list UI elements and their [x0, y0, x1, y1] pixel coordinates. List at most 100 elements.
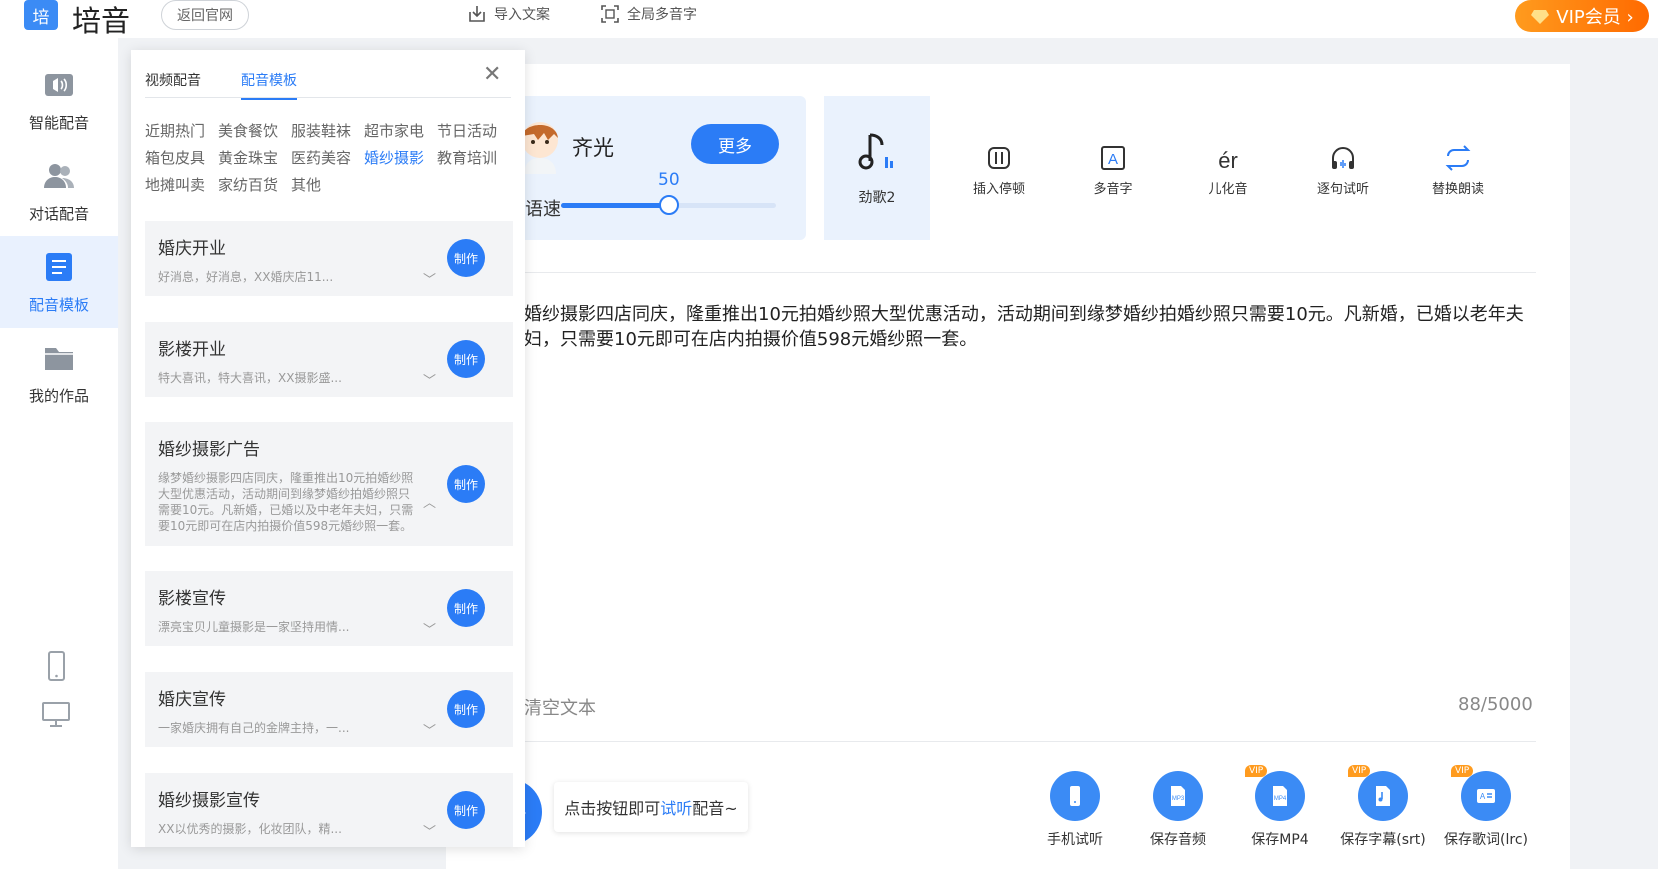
action-label: 保存音频: [1150, 832, 1206, 848]
chevron-down-icon[interactable]: ﹀: [423, 269, 436, 288]
lyrics-file-icon: A: [1477, 789, 1495, 803]
back-to-site-button[interactable]: 返回官网: [161, 0, 249, 30]
clear-text-button[interactable]: 清空文本: [524, 694, 596, 720]
panel-tabs: 视频配音 配音模板: [145, 66, 511, 100]
svg-text:MP4: MP4: [1274, 796, 1287, 802]
toolbar-divider: [524, 272, 1536, 273]
chevron-down-icon[interactable]: ﹀: [423, 821, 436, 840]
save-audio-button[interactable]: MP3 保存音频: [1130, 771, 1226, 849]
tool-label: 多音字: [1093, 182, 1133, 197]
polyphone-icon: A: [1101, 146, 1125, 170]
headphones-icon: [1332, 147, 1354, 169]
polyphone-label: 全局多音字: [627, 7, 697, 23]
template-card[interactable]: 婚庆宣传 一家婚庆拥有自己的金牌主持，一... ﹀ 制作: [145, 672, 513, 747]
category-item[interactable]: 近期热门: [145, 120, 205, 141]
phone-icon[interactable]: [40, 650, 72, 682]
more-voices-button[interactable]: 更多: [691, 124, 779, 164]
speed-slider-fill: [561, 203, 669, 208]
nav-dubbing-templates[interactable]: 配音模板: [0, 236, 118, 328]
insert-pause-tool[interactable]: 插入停顿: [959, 144, 1039, 197]
category-item[interactable]: 家纺百货: [218, 174, 278, 195]
category-item[interactable]: 黄金珠宝: [218, 147, 278, 168]
chevron-down-icon[interactable]: ﹀: [423, 720, 436, 739]
preview-hint: 点击按钮即可 试听 配音~: [554, 782, 748, 832]
close-icon[interactable]: ✕: [483, 64, 501, 86]
nav-label: 配音模板: [28, 295, 89, 314]
sentence-preview-tool[interactable]: 逐句试听: [1303, 144, 1383, 197]
voice-name: 齐光: [572, 136, 614, 160]
nav-dialogue-dubbing[interactable]: 对话配音: [0, 145, 118, 237]
hint-preview-link[interactable]: 试听: [660, 795, 692, 819]
background-music-selector[interactable]: 劲歌2: [824, 96, 930, 240]
make-button[interactable]: 制作: [447, 791, 485, 829]
make-button[interactable]: 制作: [447, 690, 485, 728]
make-button[interactable]: 制作: [447, 589, 485, 627]
action-label: 保存字幕(srt): [1340, 832, 1426, 848]
polyphone-tool[interactable]: A 多音字: [1073, 144, 1153, 197]
category-item[interactable]: 其他: [291, 174, 321, 195]
category-item[interactable]: 节日活动: [437, 120, 497, 141]
tab-dubbing-templates[interactable]: 配音模板: [241, 70, 297, 100]
action-label: 保存MP4: [1251, 832, 1309, 848]
save-mp4-button[interactable]: VIP MP4 保存MP4: [1232, 765, 1328, 849]
save-subtitle-button[interactable]: VIP 保存字幕(srt): [1335, 765, 1431, 849]
speed-label: 语速: [525, 199, 561, 220]
template-panel: 视频配音 配音模板 ✕ 近期热门 美食餐饮 服装鞋袜 超市家电 节日活动 箱包皮…: [131, 50, 525, 847]
category-item[interactable]: 地摊叫卖: [145, 174, 205, 195]
nav-label: 我的作品: [28, 386, 89, 405]
make-button[interactable]: 制作: [447, 239, 485, 277]
template-card[interactable]: 影楼开业 特大喜讯，特大喜讯，XX摄影盛... ﹀ 制作: [145, 322, 513, 397]
template-card-expanded[interactable]: 婚纱摄影广告 缘梦婚纱摄影四店同庆，隆重推出10元拍婚纱照大型优惠活动，活动期间…: [145, 422, 513, 546]
speed-value: 50: [658, 170, 680, 190]
category-item-active[interactable]: 婚纱摄影: [364, 147, 424, 168]
phone-preview-button[interactable]: 手机试听: [1027, 771, 1123, 849]
template-card[interactable]: 影楼宣传 漂亮宝贝儿童摄影是一家坚持用情... ﹀ 制作: [145, 571, 513, 646]
category-item[interactable]: 美食餐饮: [218, 120, 278, 141]
phone-icon: [1070, 786, 1080, 806]
import-script-button[interactable]: 导入文案: [467, 4, 550, 24]
erhua-tool[interactable]: ér 儿化音: [1188, 144, 1268, 197]
chevron-up-icon[interactable]: ︿: [423, 492, 436, 511]
svg-text:A: A: [1108, 151, 1118, 168]
script-text-editor[interactable]: 婚纱摄影四店同庆，隆重推出10元拍婚纱照大型优惠活动，活动期间到缘梦婚纱拍婚纱照…: [524, 302, 1544, 352]
template-desc: 漂亮宝贝儿童摄影是一家坚持用情...: [158, 620, 350, 634]
diamond-icon: [1531, 10, 1550, 24]
monitor-icon[interactable]: [40, 698, 72, 730]
template-desc: 特大喜讯，特大喜讯，XX摄影盛...: [158, 371, 342, 385]
save-subtitle-circle: VIP: [1348, 765, 1408, 821]
category-item[interactable]: 教育培训: [437, 147, 497, 168]
vip-label: VIP会员 ›: [1556, 7, 1634, 28]
category-item[interactable]: 服装鞋袜: [291, 120, 351, 141]
replace-reading-tool[interactable]: 替换朗读: [1418, 144, 1498, 197]
replace-icon: [1445, 145, 1471, 171]
vip-member-button[interactable]: VIP会员 ›: [1515, 0, 1649, 32]
template-title: 影楼开业: [158, 340, 226, 360]
footer-divider: [524, 741, 1536, 742]
tab-video-dubbing[interactable]: 视频配音: [145, 70, 201, 98]
phone-preview-circle: [1050, 771, 1100, 821]
template-card[interactable]: 婚庆开业 好消息，好消息，XX婚庆店11... ﹀ 制作: [145, 221, 513, 296]
speaker-waves-icon: [45, 73, 73, 96]
category-item[interactable]: 超市家电: [364, 120, 424, 141]
import-icon: [469, 6, 485, 22]
vip-tag: VIP: [1348, 765, 1371, 777]
make-button[interactable]: 制作: [447, 340, 485, 378]
top-header: 培 培音 返回官网 导入文案 全局多音字 VIP会员 ›: [0, 0, 1658, 38]
template-card[interactable]: 婚纱摄影宣传 XX以优秀的摄影，化妆团队，精... ﹀ 制作: [145, 773, 513, 847]
chevron-down-icon[interactable]: ﹀: [423, 619, 436, 638]
app-logo-icon: 培: [24, 0, 58, 30]
category-item[interactable]: 箱包皮具: [145, 147, 205, 168]
users-icon: [44, 163, 74, 188]
category-item[interactable]: 医药美容: [291, 147, 351, 168]
save-lyrics-button[interactable]: VIP A 保存歌词(lrc): [1438, 765, 1534, 849]
chevron-down-icon[interactable]: ﹀: [423, 370, 436, 389]
nav-label: 对话配音: [28, 204, 89, 223]
global-polyphone-button[interactable]: 全局多音字: [600, 4, 697, 24]
tool-label: 逐句试听: [1316, 182, 1369, 197]
hint-suffix: 配音~: [692, 799, 738, 818]
nav-my-works[interactable]: 我的作品: [0, 327, 118, 419]
template-desc: 一家婚庆拥有自己的金牌主持，一...: [158, 721, 350, 735]
make-button[interactable]: 制作: [447, 465, 485, 503]
speed-slider-handle[interactable]: [658, 195, 679, 215]
nav-smart-dubbing[interactable]: 智能配音: [0, 54, 118, 146]
